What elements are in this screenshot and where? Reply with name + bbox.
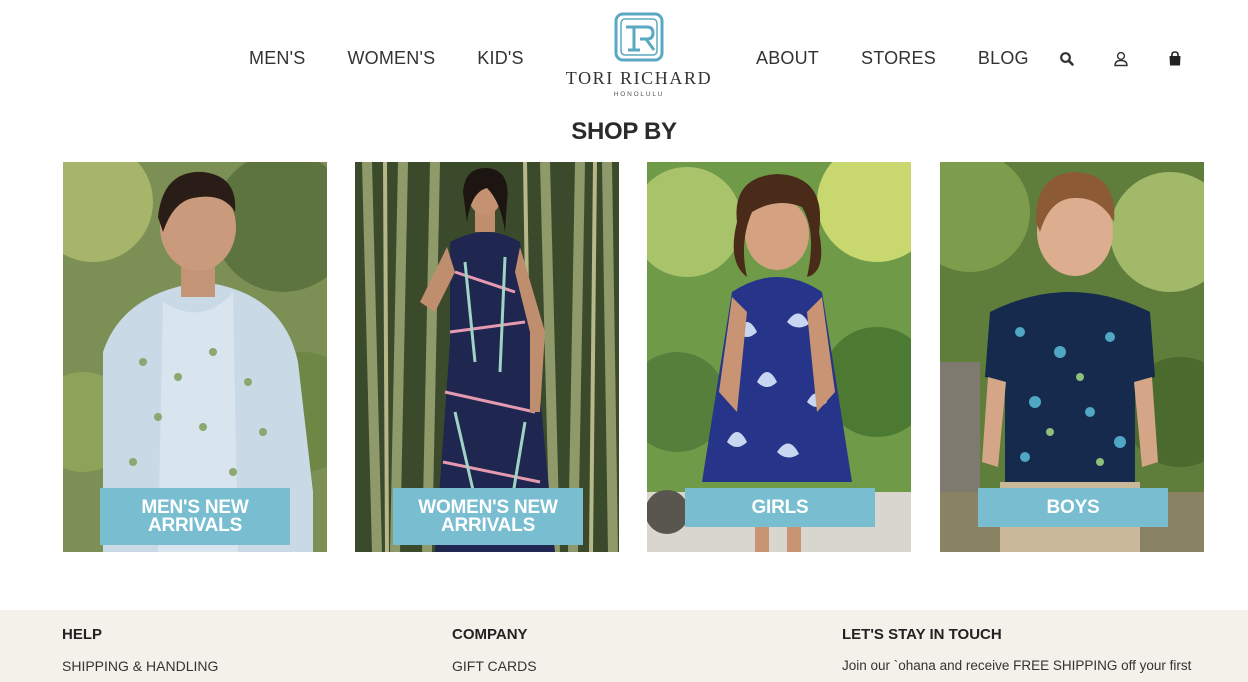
womens-new-arrivals-button[interactable]: WOMEN'S NEW ARRIVALS (393, 488, 583, 545)
logo-tagline: HONOLULU (613, 91, 665, 98)
category-card-mens[interactable]: MEN'S NEW ARRIVALS (63, 162, 327, 552)
site-footer: HELP SHIPPING & HANDLING COMPANY GIFT CA… (0, 610, 1248, 682)
site-logo[interactable]: TORI RICHARD HONOLULU (560, 12, 718, 98)
nav-link-about[interactable]: ABOUT (756, 48, 819, 69)
site-header: MEN'S WOMEN'S KID'S TORI RICHARD HONOLUL… (0, 0, 1248, 110)
footer-company-column: COMPANY GIFT CARDS (452, 626, 537, 674)
search-icon[interactable] (1058, 50, 1076, 68)
footer-link-gift-cards[interactable]: GIFT CARDS (452, 658, 537, 674)
nav-link-kids[interactable]: KID'S (477, 48, 523, 69)
footer-link-shipping[interactable]: SHIPPING & HANDLING (62, 658, 218, 674)
footer-help-heading: HELP (62, 626, 103, 643)
footer-newsletter-heading: LET'S STAY IN TOUCH (842, 626, 1002, 643)
mens-new-arrivals-button[interactable]: MEN'S NEW ARRIVALS (100, 488, 290, 545)
nav-link-womens[interactable]: WOMEN'S (347, 48, 435, 69)
footer-newsletter-text: Join our `ohana and receive FREE SHIPPIN… (842, 658, 1192, 673)
footer-newsletter-column: LET'S STAY IN TOUCH Join our `ohana and … (842, 626, 1191, 673)
category-card-boys[interactable]: BOYS (940, 162, 1204, 552)
shop-by-heading: SHOP BY (571, 118, 677, 145)
nav-link-stores[interactable]: STORES (861, 48, 936, 69)
header-utility-icons (1058, 50, 1184, 68)
footer-company-heading: COMPANY (452, 626, 528, 643)
primary-nav-left: MEN'S WOMEN'S KID'S (249, 48, 524, 69)
girls-button[interactable]: GIRLS (685, 488, 875, 527)
category-card-womens[interactable]: WOMEN'S NEW ARRIVALS (355, 162, 619, 552)
boys-button[interactable]: BOYS (978, 488, 1168, 527)
footer-help-column: HELP SHIPPING & HANDLING (62, 626, 218, 674)
nav-link-blog[interactable]: BLOG (978, 48, 1029, 69)
nav-link-mens[interactable]: MEN'S (249, 48, 305, 69)
tr-monogram-icon (614, 12, 664, 62)
primary-nav-right: ABOUT STORES BLOG (756, 48, 1029, 69)
shopping-bag-icon[interactable] (1166, 50, 1184, 68)
account-icon[interactable] (1112, 50, 1130, 68)
logo-wordmark: TORI RICHARD (565, 68, 713, 88)
category-card-girls[interactable]: GIRLS (647, 162, 911, 552)
